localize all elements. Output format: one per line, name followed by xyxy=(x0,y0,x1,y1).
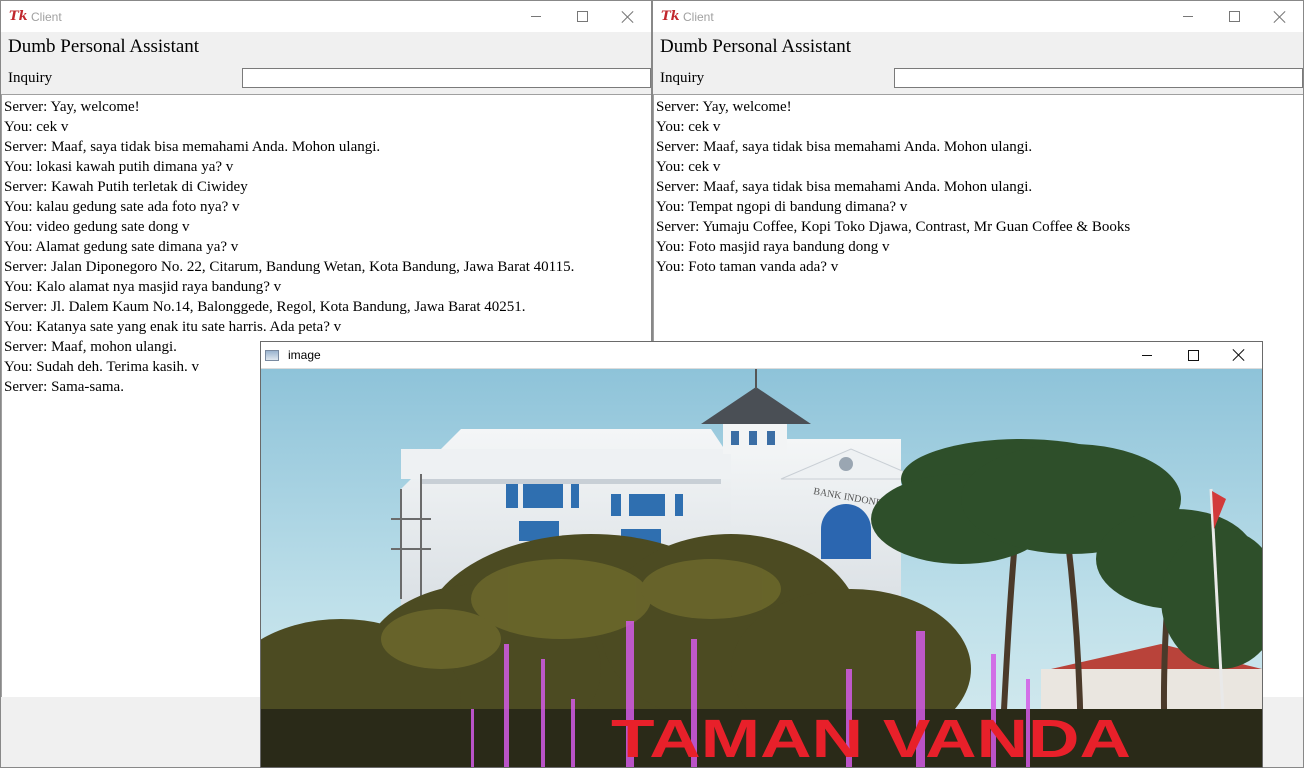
window-app-icon xyxy=(265,349,279,361)
chat-message: Server: Jalan Diponegoro No. 22, Citarum… xyxy=(4,259,575,275)
minimize-button[interactable] xyxy=(513,1,559,32)
maximize-button[interactable] xyxy=(1170,342,1216,368)
close-button[interactable] xyxy=(1257,1,1303,32)
title-bar[interactable]: image xyxy=(261,342,1262,369)
maximize-button[interactable] xyxy=(1211,1,1257,32)
chat-message: You: Foto taman vanda ada? v xyxy=(656,259,839,275)
chat-message: You: Kalo alamat nya masjid raya bandung… xyxy=(4,279,282,295)
close-button[interactable] xyxy=(1216,342,1262,368)
app-heading: Dumb Personal Assistant xyxy=(660,36,852,57)
chat-message: Server: Yumaju Coffee, Kopi Toko Djawa, … xyxy=(656,219,1131,235)
image-window: image BANK INDONESIA TAMAN VANDA xyxy=(260,341,1263,768)
minimize-icon xyxy=(1142,354,1152,356)
chat-message: You: Foto masjid raya bandung dong v xyxy=(656,239,890,255)
inquiry-input[interactable] xyxy=(894,68,1303,88)
tk-feather-icon: Tk xyxy=(9,8,28,24)
chat-message: Server: Yay, welcome! xyxy=(4,99,140,115)
chat-message: You: cek v xyxy=(656,119,721,135)
inquiry-label: Inquiry xyxy=(8,70,53,86)
window-title: Client xyxy=(31,9,62,24)
chat-message: Server: Yay, welcome! xyxy=(656,99,792,115)
taman-vanda-sign: TAMAN VANDA xyxy=(611,709,1131,768)
minimize-button[interactable] xyxy=(1124,342,1170,368)
maximize-icon xyxy=(576,11,588,22)
inquiry-row: Inquiry xyxy=(653,62,1303,92)
chat-message: You: Alamat gedung sate dimana ya? v xyxy=(4,239,239,255)
window-title: Client xyxy=(683,9,714,24)
maximize-icon xyxy=(1228,11,1240,22)
chat-message: You: cek v xyxy=(656,159,721,175)
minimize-icon xyxy=(1183,16,1193,17)
window-title: image xyxy=(288,348,321,362)
maximize-icon xyxy=(1187,349,1199,361)
chat-message: You: cek v xyxy=(4,119,69,135)
close-icon xyxy=(622,11,634,23)
maximize-button[interactable] xyxy=(559,1,605,32)
minimize-icon xyxy=(531,16,541,17)
inquiry-input[interactable] xyxy=(242,68,651,88)
chat-message: You: Katanya sate yang enak itu sate har… xyxy=(4,319,342,335)
minimize-button[interactable] xyxy=(1165,1,1211,32)
chat-message: Server: Maaf, saya tidak bisa memahami A… xyxy=(4,139,381,155)
app-heading: Dumb Personal Assistant xyxy=(8,36,200,57)
close-button[interactable] xyxy=(605,1,651,32)
title-bar[interactable]: Tk Client xyxy=(1,1,651,32)
tk-feather-icon: Tk xyxy=(661,8,680,24)
close-icon xyxy=(1274,11,1286,23)
taman-vanda-photo: BANK INDONESIA TAMAN VANDA xyxy=(261,369,1262,768)
title-bar[interactable]: Tk Client xyxy=(653,1,1303,32)
chat-message: You: Tempat ngopi di bandung dimana? v xyxy=(656,199,908,215)
inquiry-row: Inquiry xyxy=(1,62,651,92)
chat-message: You: video gedung sate dong v xyxy=(4,219,190,235)
chat-message: Server: Maaf, saya tidak bisa memahami A… xyxy=(656,179,1033,195)
chat-message: You: lokasi kawah putih dimana ya? v xyxy=(4,159,234,175)
chat-message: You: kalau gedung sate ada foto nya? v xyxy=(4,199,240,215)
chat-message: Server: Kawah Putih terletak di Ciwidey xyxy=(4,179,248,195)
close-icon xyxy=(1233,349,1245,361)
chat-message: Server: Jl. Dalem Kaum No.14, Balonggede… xyxy=(4,299,526,315)
chat-message: Server: Maaf, saya tidak bisa memahami A… xyxy=(656,139,1033,155)
inquiry-label: Inquiry xyxy=(660,70,705,86)
